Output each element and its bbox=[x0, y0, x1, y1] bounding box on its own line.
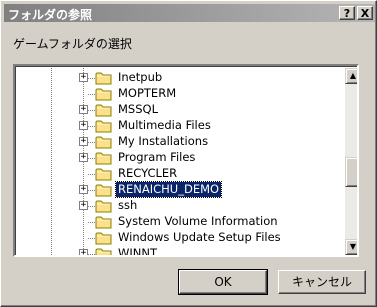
folder-label: MOPTERM bbox=[118, 86, 177, 100]
folder-item[interactable]: + WINNT bbox=[17, 246, 343, 255]
folder-label: RENAICHU_DEMO bbox=[114, 181, 223, 198]
title-bar[interactable]: フォルダの参照 ? X bbox=[4, 4, 375, 22]
tree-connector bbox=[88, 126, 95, 127]
folder-icon bbox=[95, 151, 113, 165]
folder-item[interactable]: + Inetpub bbox=[17, 70, 343, 86]
tree-connector bbox=[88, 174, 95, 175]
tree-connector bbox=[88, 142, 95, 143]
dialog-title: フォルダの参照 bbox=[8, 8, 93, 22]
folder-icon bbox=[95, 167, 113, 181]
expand-icon[interactable]: + bbox=[79, 249, 88, 255]
folder-label: RECYCLER bbox=[118, 166, 178, 180]
tree-connector bbox=[88, 206, 95, 207]
folder-item[interactable]: RECYCLER bbox=[17, 166, 343, 182]
folder-item[interactable]: + RENAICHU_DEMO bbox=[17, 181, 343, 198]
folder-item[interactable]: Windows Update Setup Files bbox=[17, 230, 343, 246]
folder-icon bbox=[95, 231, 113, 245]
help-button[interactable]: ? bbox=[339, 6, 355, 20]
tree-connector bbox=[88, 222, 95, 223]
scroll-up-button[interactable]: ▲ bbox=[345, 68, 357, 84]
expand-icon[interactable]: + bbox=[79, 153, 88, 162]
folder-icon bbox=[95, 103, 113, 117]
folder-icon bbox=[95, 71, 113, 85]
folder-item[interactable]: + My Installations bbox=[17, 134, 343, 150]
folder-icon bbox=[95, 183, 113, 197]
folder-label: Program Files bbox=[118, 150, 196, 164]
expand-icon[interactable]: + bbox=[79, 105, 88, 114]
folder-icon bbox=[95, 87, 113, 101]
tree-connector bbox=[88, 190, 95, 191]
folder-label: System Volume Information bbox=[118, 214, 278, 228]
folder-label: Windows Update Setup Files bbox=[118, 230, 281, 244]
folder-label: ssh bbox=[118, 198, 138, 212]
folder-label: My Installations bbox=[118, 134, 209, 148]
folder-icon bbox=[95, 199, 113, 213]
folder-label: MSSQL bbox=[118, 102, 158, 116]
tree-connector bbox=[88, 94, 95, 95]
folder-item[interactable]: System Volume Information bbox=[17, 214, 343, 230]
cancel-button[interactable]: キャンセル bbox=[278, 270, 366, 294]
expand-icon[interactable]: + bbox=[79, 201, 88, 210]
folder-item[interactable]: + MSSQL bbox=[17, 102, 343, 118]
folder-item[interactable]: + Program Files bbox=[17, 150, 343, 166]
folder-tree-list: + Inetpub MOPTERM + MSSQL + Multimedia Files + M… bbox=[17, 68, 343, 255]
folder-label: Multimedia Files bbox=[118, 118, 211, 132]
tree-connector bbox=[88, 110, 95, 111]
expand-icon[interactable]: + bbox=[79, 185, 88, 194]
folder-icon bbox=[95, 119, 113, 133]
folder-icon bbox=[95, 215, 113, 229]
scroll-down-button[interactable]: ▼ bbox=[345, 239, 357, 255]
vertical-scrollbar[interactable]: ▲ ▼ bbox=[345, 68, 357, 255]
tree-connector bbox=[88, 78, 95, 79]
folder-item[interactable]: MOPTERM bbox=[17, 86, 343, 102]
folder-label: Inetpub bbox=[118, 70, 163, 84]
ok-button[interactable]: OK bbox=[178, 269, 268, 295]
help-icon: ? bbox=[343, 7, 351, 20]
arrow-up-icon: ▲ bbox=[349, 71, 357, 80]
arrow-down-icon: ▼ bbox=[349, 242, 357, 251]
folder-icon bbox=[95, 247, 113, 255]
folder-label: WINNT bbox=[118, 246, 157, 255]
prompt-label: ゲームフォルダの選択 bbox=[13, 37, 132, 51]
close-icon: X bbox=[360, 7, 370, 20]
tree-connector bbox=[88, 158, 95, 159]
tree-connector bbox=[88, 254, 95, 255]
close-button[interactable]: X bbox=[357, 6, 373, 20]
expand-icon[interactable]: + bbox=[79, 73, 88, 82]
expand-icon[interactable]: + bbox=[79, 137, 88, 146]
folder-tree[interactable]: + Inetpub MOPTERM + MSSQL + Multimedia Files + M… bbox=[13, 64, 359, 257]
folder-item[interactable]: + ssh bbox=[17, 198, 343, 214]
folder-icon bbox=[95, 135, 113, 149]
expand-icon[interactable]: + bbox=[79, 121, 88, 130]
tree-connector bbox=[88, 238, 95, 239]
folder-browse-dialog: フォルダの参照 ? X ゲームフォルダの選択 + Inetpub MOPTERM + M… bbox=[0, 0, 377, 307]
folder-item[interactable]: + Multimedia Files bbox=[17, 118, 343, 134]
scroll-thumb[interactable] bbox=[345, 157, 357, 187]
